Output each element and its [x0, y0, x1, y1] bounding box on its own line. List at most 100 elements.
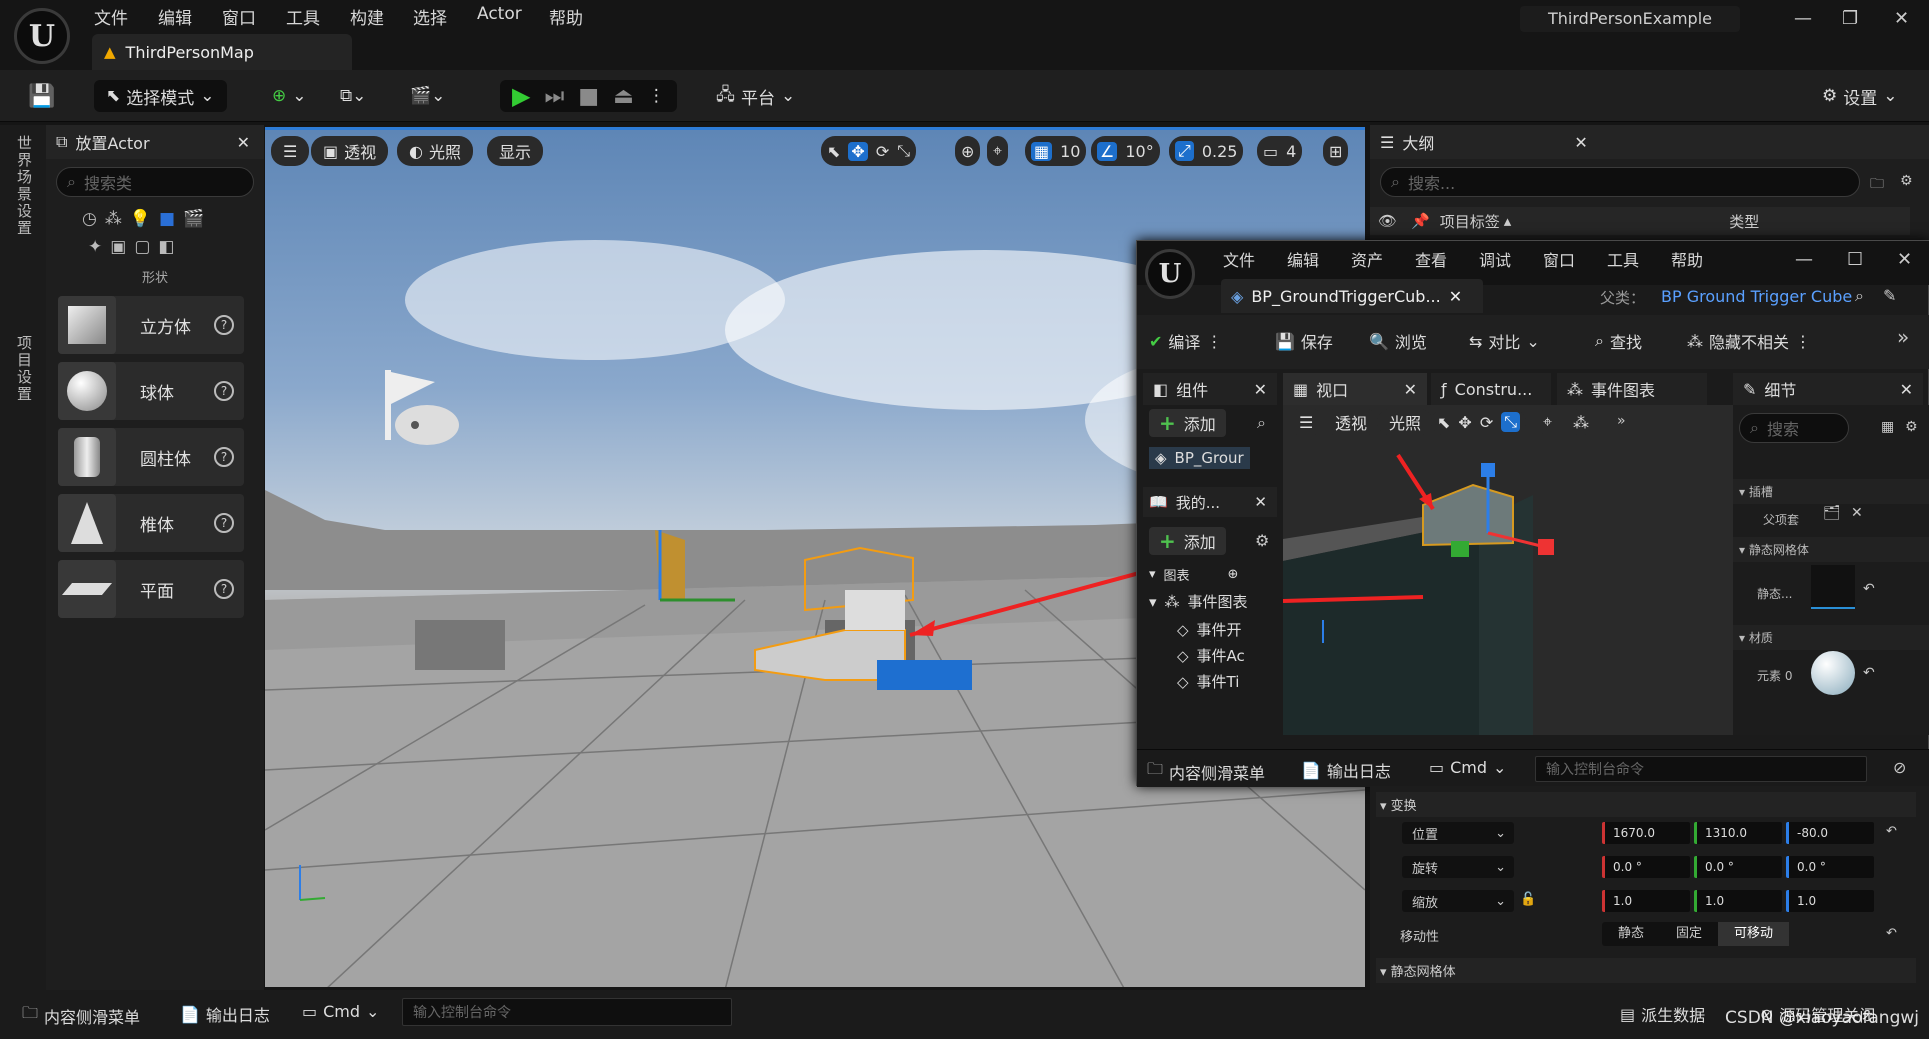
- mobility-movable[interactable]: 可移动: [1718, 922, 1790, 946]
- scale-tool-icon[interactable]: ⤡: [897, 141, 910, 161]
- minimize-icon[interactable]: —: [1794, 8, 1812, 29]
- gear-icon[interactable]: ⚙: [1255, 531, 1269, 550]
- materials-section[interactable]: ▾ 材质: [1733, 625, 1929, 650]
- tab-details[interactable]: ✎ 细节 ✕: [1733, 373, 1923, 405]
- rotation-x[interactable]: 0.0 °: [1602, 856, 1690, 878]
- rotation-y[interactable]: 0.0 °: [1694, 856, 1782, 878]
- bp-menu-help[interactable]: 帮助: [1671, 247, 1703, 271]
- menu-actor[interactable]: Actor: [477, 4, 522, 24]
- hide-unrelated-button[interactable]: ⁂ 隐藏不相关 ⋮: [1687, 323, 1811, 359]
- search-icon[interactable]: ⌕: [1257, 413, 1266, 433]
- cmd-dropdown[interactable]: ▭ Cmd ⌄: [1429, 758, 1506, 777]
- lit-button[interactable]: ◐ 光照: [397, 136, 473, 166]
- select-tool-icon[interactable]: ⬉: [1437, 413, 1450, 432]
- shape-cube[interactable]: 立方体?: [58, 296, 244, 354]
- transform-section[interactable]: ▾ 变换: [1376, 792, 1916, 817]
- content-drawer-button[interactable]: 🗀 内容侧滑菜单: [22, 1002, 140, 1029]
- bp-menu-asset[interactable]: 资产: [1351, 247, 1383, 271]
- gear-icon[interactable]: ⚙: [1905, 419, 1918, 435]
- shape-sphere[interactable]: 球体?: [58, 362, 244, 420]
- bp-menu-debug[interactable]: 调试: [1479, 247, 1511, 271]
- bp-viewport-menu-button[interactable]: ☰: [1287, 409, 1326, 435]
- close-icon[interactable]: ✕: [1449, 287, 1462, 306]
- scale-x[interactable]: 1.0: [1602, 890, 1690, 912]
- table-view-icon[interactable]: ▦: [1881, 419, 1894, 435]
- my-blueprint-tab[interactable]: 📖 我的... ✕: [1143, 487, 1277, 517]
- location-x[interactable]: 1670.0: [1602, 822, 1690, 844]
- platform-button[interactable]: 🖧 平台 ⌄: [716, 80, 795, 112]
- menu-tools[interactable]: 工具: [286, 4, 320, 29]
- derived-data-button[interactable]: ▤ 派生数据: [1620, 1002, 1705, 1026]
- more-chevron-icon[interactable]: »: [1897, 325, 1909, 349]
- sockets-section[interactable]: ▾ 插槽: [1733, 479, 1929, 504]
- event-item[interactable]: ◇ 事件Ac: [1177, 645, 1245, 666]
- menu-file[interactable]: 文件: [94, 4, 128, 29]
- scale-snap-button[interactable]: ⤢ 0.25: [1169, 136, 1244, 166]
- eject-icon[interactable]: ⏏: [613, 84, 634, 109]
- menu-edit[interactable]: 编辑: [158, 4, 192, 29]
- add-component-button[interactable]: + 添加: [1149, 409, 1226, 437]
- bp-viewport[interactable]: ☰ 透视 光照 ⬉ ✥ ⟳ ⤡ ⌖ ⁂ »: [1283, 405, 1733, 735]
- static-mesh-section[interactable]: ▾ 静态网格体: [1376, 958, 1916, 983]
- no-entry-icon[interactable]: ⊘: [1893, 758, 1906, 777]
- perspective-button[interactable]: ▣ 透视: [311, 136, 389, 166]
- tab-components[interactable]: ◧ 组件 ✕: [1143, 373, 1277, 405]
- tab-construction[interactable]: ƒ Constru...: [1431, 373, 1551, 405]
- maximize-viewport-icon[interactable]: ⊞: [1323, 136, 1349, 166]
- console-input[interactable]: 输入控制台命令: [1535, 756, 1867, 782]
- close-icon[interactable]: ✕: [1404, 380, 1417, 399]
- basic-icon[interactable]: ⁂: [105, 209, 122, 229]
- help-icon[interactable]: ?: [214, 447, 234, 467]
- bp-menu-window[interactable]: 窗口: [1543, 247, 1575, 271]
- surface-snap-icon[interactable]: ⌖: [987, 136, 1009, 166]
- bp-surface-snap-icon[interactable]: ⌖: [1537, 409, 1559, 435]
- find-button[interactable]: ⌕ 查找: [1595, 323, 1642, 359]
- clear-icon[interactable]: ✕: [1851, 505, 1863, 521]
- parent-class-link[interactable]: BP Ground Trigger Cube: [1661, 287, 1852, 306]
- scale-tool-icon[interactable]: ⤡: [1501, 412, 1521, 432]
- unreal-logo-icon[interactable]: U: [14, 8, 70, 64]
- location-z[interactable]: -80.0: [1786, 822, 1874, 844]
- pin-icon[interactable]: 📌: [1411, 212, 1430, 230]
- map-tab[interactable]: ▲ ThirdPersonMap: [92, 34, 352, 70]
- location-y[interactable]: 1310.0: [1694, 822, 1782, 844]
- visual-effects-icon[interactable]: ✦: [88, 237, 102, 257]
- lock-icon[interactable]: 🔓: [1520, 892, 1536, 907]
- blueprint-button[interactable]: ⧉⌄: [340, 80, 366, 112]
- move-tool-icon[interactable]: ✥: [1458, 413, 1471, 432]
- mesh-thumbnail[interactable]: [1811, 565, 1855, 609]
- close-icon[interactable]: ✕: [1254, 493, 1267, 511]
- more-chevron-icon[interactable]: »: [1617, 413, 1626, 429]
- add-member-button[interactable]: + 添加: [1149, 527, 1226, 555]
- tab-viewport[interactable]: ▦ 视口 ✕: [1283, 373, 1427, 405]
- close-icon[interactable]: ✕: [1894, 8, 1909, 29]
- save-button[interactable]: 💾 保存: [1275, 323, 1333, 359]
- bp-perspective-button[interactable]: 透视: [1323, 409, 1380, 435]
- tab-event-graph[interactable]: ⁂ 事件图表: [1557, 373, 1707, 405]
- cmd-dropdown[interactable]: ▭ Cmd ⌄: [302, 1002, 379, 1021]
- eye-icon[interactable]: 👁: [1378, 212, 1397, 230]
- static-mesh-section[interactable]: ▾ 静态网格体: [1733, 537, 1929, 562]
- scale-y[interactable]: 1.0: [1694, 890, 1782, 912]
- event-item[interactable]: ◇ 事件开: [1177, 619, 1242, 640]
- lights-icon[interactable]: 💡: [130, 209, 151, 229]
- bp-asset-tab[interactable]: ◈ BP_GroundTriggerCub... ✕: [1221, 279, 1483, 313]
- stop-icon[interactable]: ■: [578, 84, 599, 109]
- reset-icon[interactable]: ↶: [1886, 824, 1897, 839]
- help-icon[interactable]: ?: [214, 579, 234, 599]
- cinematics-button[interactable]: 🎬⌄: [410, 80, 445, 112]
- column-type[interactable]: 类型: [1729, 211, 1759, 232]
- select-tool-icon[interactable]: ⬉: [827, 142, 840, 161]
- unreal-logo-icon[interactable]: U: [1145, 249, 1195, 299]
- browse-button[interactable]: 🔍 浏览: [1369, 323, 1427, 359]
- bp-menu-view[interactable]: 查看: [1415, 247, 1447, 271]
- move-tool-icon[interactable]: ✥: [848, 141, 868, 161]
- restore-icon[interactable]: ❐: [1842, 8, 1858, 29]
- recent-icon[interactable]: ◷: [82, 209, 97, 229]
- reset-icon[interactable]: ↶: [1863, 581, 1875, 597]
- column-label[interactable]: 项目标签: [1440, 211, 1500, 232]
- rotation-dropdown[interactable]: 旋转 ⌄: [1402, 856, 1514, 878]
- close-icon[interactable]: ✕: [237, 133, 250, 152]
- place-actor-search[interactable]: ⌕ 搜索类: [56, 167, 254, 197]
- close-icon[interactable]: ✕: [1574, 133, 1587, 152]
